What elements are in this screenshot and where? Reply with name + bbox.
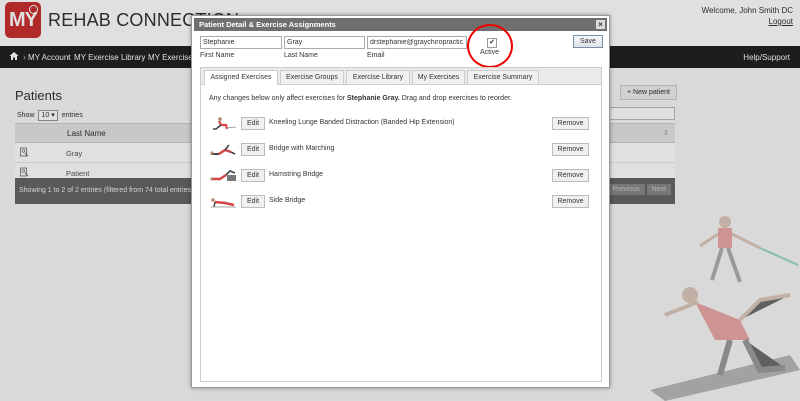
exercise-row[interactable]: Edit Kneeling Lunge Banded Distraction (… bbox=[209, 116, 593, 132]
exercise-row[interactable]: Edit Hamstring Bridge Remove bbox=[209, 168, 593, 184]
last-name-field[interactable] bbox=[284, 36, 365, 49]
exercise-row[interactable]: Edit Side Bridge Remove bbox=[209, 194, 593, 210]
edit-button[interactable]: Edit bbox=[241, 195, 266, 208]
exercise-name: Hamstring Bridge bbox=[269, 171, 324, 178]
tab-my-exercises[interactable]: My Exercises bbox=[412, 70, 465, 84]
exercise-thumbnail bbox=[211, 198, 236, 208]
email-label: Email bbox=[367, 52, 385, 59]
exercise-name: Side Bridge bbox=[269, 197, 306, 204]
note-patient-name: Stephanie Gray. bbox=[347, 95, 400, 102]
assignment-note: Any changes below only affect exercises … bbox=[209, 95, 512, 102]
modal-title: Patient Detail & Exercise Assignments bbox=[199, 20, 336, 29]
exercise-thumbnail bbox=[213, 117, 237, 130]
note-suffix: Drag and drop exercises to reorder. bbox=[399, 95, 512, 102]
last-name-group: Last Name bbox=[284, 36, 365, 59]
tab-bar: Assigned Exercises Exercise Groups Exerc… bbox=[201, 68, 601, 85]
first-name-field[interactable] bbox=[200, 36, 282, 49]
remove-button[interactable]: Remove bbox=[552, 117, 589, 130]
tab-exercise-library[interactable]: Exercise Library bbox=[346, 70, 410, 84]
exercise-row[interactable]: Edit Bridge with Marching Remove bbox=[209, 142, 593, 158]
email-field[interactable] bbox=[367, 36, 467, 49]
edit-button[interactable]: Edit bbox=[241, 169, 266, 182]
exercise-name: Kneeling Lunge Banded Distraction (Bande… bbox=[269, 119, 455, 126]
patient-detail-modal: Patient Detail & Exercise Assignments × … bbox=[191, 15, 610, 388]
last-name-label: Last Name bbox=[284, 52, 318, 59]
remove-button[interactable]: Remove bbox=[552, 195, 589, 208]
first-name-label: First Name bbox=[200, 52, 235, 59]
email-group: Email bbox=[367, 36, 467, 59]
edit-button[interactable]: Edit bbox=[241, 143, 266, 156]
save-button[interactable]: Save bbox=[573, 35, 603, 48]
edit-button[interactable]: Edit bbox=[241, 117, 266, 130]
remove-button[interactable]: Remove bbox=[552, 143, 589, 156]
tab-exercise-groups[interactable]: Exercise Groups bbox=[280, 70, 344, 84]
close-icon[interactable]: × bbox=[596, 20, 605, 29]
first-name-group: First Name bbox=[200, 36, 282, 59]
modal-titlebar: Patient Detail & Exercise Assignments × bbox=[194, 18, 607, 31]
tab-exercise-summary[interactable]: Exercise Summary bbox=[467, 70, 539, 84]
tab-assigned-exercises[interactable]: Assigned Exercises bbox=[204, 70, 278, 85]
exercise-thumbnail bbox=[210, 170, 236, 181]
highlight-circle-annotation bbox=[467, 24, 513, 68]
exercise-tabs-panel: Assigned Exercises Exercise Groups Exerc… bbox=[200, 67, 602, 382]
exercise-thumbnail bbox=[210, 144, 236, 155]
exercise-name: Bridge with Marching bbox=[269, 145, 335, 152]
note-prefix: Any changes below only affect exercises … bbox=[209, 95, 348, 102]
remove-button[interactable]: Remove bbox=[552, 169, 589, 182]
